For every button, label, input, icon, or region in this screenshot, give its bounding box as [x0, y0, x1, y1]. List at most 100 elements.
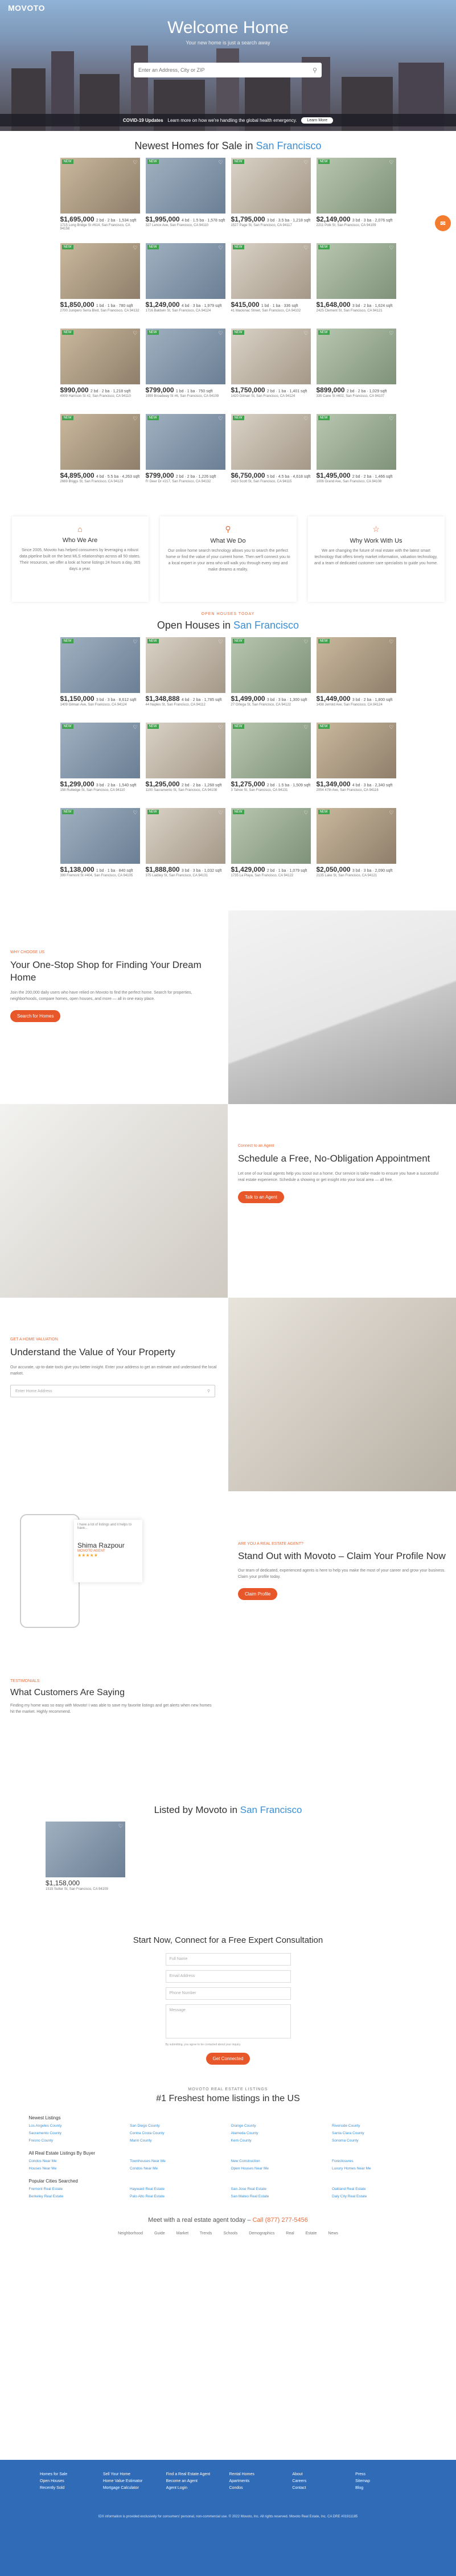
claim-profile-button[interactable]: Claim Profile [238, 1588, 278, 1600]
footer-link[interactable]: Become an Agent [166, 2478, 227, 2485]
footer-link[interactable]: Apartments [229, 2478, 290, 2485]
favorite-icon[interactable]: ♡ [303, 159, 308, 166]
listing-card[interactable]: NEW ♡ $1,299,000 3 bd · 2 ba · 1,540 sqft 1… [60, 723, 140, 802]
footer-link[interactable]: Homes for Sale [40, 2471, 101, 2478]
footer-link[interactable]: Blog [355, 2485, 416, 2492]
listing-link[interactable]: San Diego County [130, 2123, 225, 2129]
footer-link[interactable]: Sitemap [355, 2478, 416, 2485]
favorite-icon[interactable]: ♡ [133, 724, 137, 731]
favorite-icon[interactable]: ♡ [389, 416, 393, 422]
listing-card[interactable]: NEW ♡ $1,138,000 1 bd · 1 ba · 840 sqft 399… [60, 808, 140, 888]
listing-link[interactable]: Open Houses Near Me [231, 2165, 327, 2172]
listing-card[interactable]: NEW ♡ $2,050,000 3 bd · 3 ba · 2,090 sqft 2… [316, 808, 396, 888]
favorite-icon[interactable]: ♡ [389, 159, 393, 166]
footer-link[interactable]: Agent Login [166, 2485, 227, 2492]
listing-card[interactable]: NEW ♡ $1,795,000 3 bd · 3.5 ba · 1,218 sqf… [231, 158, 311, 237]
listing-link[interactable]: New Construction [231, 2158, 327, 2164]
phone-link[interactable]: Call (877) 277-5456 [253, 2217, 308, 2224]
search-homes-button[interactable]: Search for Homes [10, 1010, 61, 1022]
footer-link[interactable]: Condos [229, 2485, 290, 2492]
search-icon[interactable]: ⚲ [207, 1389, 210, 1393]
search-input[interactable] [138, 67, 313, 73]
listing-link[interactable]: Fremont Real Estate [29, 2186, 125, 2192]
listing-link[interactable]: Sacramento County [29, 2130, 125, 2136]
listing-link[interactable]: San Jose Real Estate [231, 2186, 327, 2192]
footer-link[interactable]: Sell Your Home [103, 2471, 164, 2478]
favorite-icon[interactable]: ♡ [218, 810, 223, 816]
favorite-icon[interactable]: ♡ [133, 330, 137, 337]
footer-link[interactable]: Home Value Estimator [103, 2478, 164, 2485]
footer-link[interactable]: Press [355, 2471, 416, 2478]
listing-link[interactable]: Contra Costa County [130, 2130, 225, 2136]
listing-link[interactable]: Berkeley Real Estate [29, 2193, 125, 2200]
listing-card[interactable]: NEW ♡ $1,750,000 2 bd · 1 ba · 1,401 sqft 1… [231, 329, 311, 408]
talk-to-agent-button[interactable]: Talk to an Agent [238, 1191, 284, 1203]
chat-button[interactable]: ✉ [435, 215, 451, 231]
listing-card[interactable]: NEW ♡ $415,000 1 bd · 1 ba · 336 sqft 41 Ma… [231, 243, 311, 323]
listing-link[interactable]: Marin County [130, 2138, 225, 2144]
favorite-icon[interactable]: ♡ [218, 416, 223, 422]
favorite-icon[interactable]: ♡ [303, 416, 308, 422]
email-field[interactable]: Email Address [165, 1970, 291, 1983]
footer-link[interactable]: Find a Real Estate Agent [166, 2471, 227, 2478]
listing-link[interactable]: Oakland Real Estate [332, 2186, 428, 2192]
favorite-icon[interactable]: ♡ [133, 810, 137, 816]
phone-field[interactable]: Phone Number [165, 1987, 291, 2000]
get-connected-button[interactable]: Get Connected [206, 2053, 250, 2065]
name-field[interactable]: Full Name [165, 1953, 291, 1966]
listing-card[interactable]: NEW ♡ $899,000 2 bd · 2 ba · 1,029 sqft 335… [316, 329, 396, 408]
listing-card[interactable]: NEW ♡ $1,449,000 3 bd · 2 ba · 1,800 sqft 1… [316, 637, 396, 717]
listing-card[interactable]: NEW ♡ $1,349,000 4 bd · 3 ba · 2,340 sqft 2… [316, 723, 396, 802]
listing-card[interactable]: NEW ♡ $799,000 1 bd · 1 ba · 750 sqft 1999 … [145, 329, 225, 408]
subnav-link[interactable]: Real Estate News [286, 2232, 338, 2235]
listing-link[interactable]: Los Angeles County [29, 2123, 125, 2129]
favorite-icon[interactable]: ♡ [303, 810, 308, 816]
favorite-icon[interactable]: ♡ [133, 245, 137, 251]
logo[interactable]: MOVOTO [8, 3, 45, 13]
listing-link[interactable]: Palo Alto Real Estate [130, 2193, 225, 2200]
footer-link[interactable]: Rental Homes [229, 2471, 290, 2478]
listing-card[interactable]: NEW ♡ $1,499,000 3 bd · 3 ba · 1,300 sqft 2… [231, 637, 311, 717]
favorite-icon[interactable]: ♡ [218, 639, 223, 645]
listing-card[interactable]: NEW ♡ $2,149,000 3 bd · 3 ba · 2,076 sqft 2… [316, 158, 396, 237]
listing-card[interactable]: NEW ♡ $1,348,888 4 bd · 2 ba · 1,785 sqft 4… [145, 637, 225, 717]
favorite-icon[interactable]: ♡ [303, 330, 308, 337]
listing-link[interactable]: Sonoma County [332, 2138, 428, 2144]
subnav-link[interactable]: Schools [223, 2232, 249, 2235]
favorite-icon[interactable]: ♡ [303, 724, 308, 731]
favorite-icon[interactable]: ♡ [218, 159, 223, 166]
listing-card[interactable]: NEW ♡ $1,429,000 2 bd · 1 ba · 1,079 sqft 1… [231, 808, 311, 888]
listing-link[interactable]: Hayward Real Estate [130, 2186, 225, 2192]
listing-link[interactable]: Townhouses Near Me [130, 2158, 225, 2164]
subnav-link[interactable]: Neighborhood Guide [118, 2232, 176, 2235]
listing-link[interactable]: Santa Clara County [332, 2130, 428, 2136]
subnav-link[interactable]: Demographics [249, 2232, 286, 2235]
listing-card[interactable]: NEW ♡ $1,295,000 2 bd · 2 ba · 1,268 sqft 1… [145, 723, 225, 802]
favorite-icon[interactable]: ♡ [218, 245, 223, 251]
favorite-icon[interactable]: ♡ [133, 159, 137, 166]
search-icon[interactable]: ⚲ [313, 67, 317, 74]
favorite-icon[interactable]: ♡ [389, 245, 393, 251]
listing-card[interactable]: NEW ♡ $799,000 2 bd · 2 ba · 1,226 sqft Fr … [145, 414, 225, 494]
listing-card[interactable]: NEW ♡ $1,695,000 2 bd · 2 ba · 1,534 sqft 1… [60, 158, 140, 237]
favorite-icon[interactable]: ♡ [133, 416, 137, 422]
favorite-icon[interactable]: ♡ [389, 724, 393, 731]
listing-link[interactable]: Luxury Homes Near Me [332, 2165, 428, 2172]
listing-link[interactable]: San Mateo Real Estate [231, 2193, 327, 2200]
listing-card[interactable]: NEW ♡ $1,495,000 2 bd · 2 ba · 1,466 sqft 1… [316, 414, 396, 494]
listing-card[interactable]: NEW ♡ $990,000 2 bd · 2 ba · 1,218 sqft 400… [60, 329, 140, 408]
subnav-link[interactable]: Market Trends [176, 2232, 224, 2235]
favorite-icon[interactable]: ♡ [303, 245, 308, 251]
listing-card[interactable]: NEW ♡ $1,995,000 4 bd · 1.5 ba · 1,578 sqf… [145, 158, 225, 237]
home-address-input[interactable]: Enter Home Address ⚲ [10, 1385, 215, 1397]
learn-more-button[interactable]: Learn More [301, 117, 334, 124]
message-field[interactable]: Message [165, 2004, 291, 2038]
listing-link[interactable]: Kern County [231, 2138, 327, 2144]
listing-card[interactable]: NEW ♡ $4,895,000 4 bd · 5.5 ba · 4,263 sqf… [60, 414, 140, 494]
listing-link[interactable]: Fresno County [29, 2138, 125, 2144]
footer-link[interactable]: Open Houses [40, 2478, 101, 2485]
listing-card[interactable]: NEW ♡ $1,888,800 3 bd · 3 ba · 1,032 sqft 3… [145, 808, 225, 888]
favorite-icon[interactable]: ♡ [218, 330, 223, 337]
listing-card[interactable]: NEW ♡ $6,750,000 5 bd · 4.5 ba · 4,618 sqf… [231, 414, 311, 494]
favorite-icon[interactable]: ♡ [389, 330, 393, 337]
